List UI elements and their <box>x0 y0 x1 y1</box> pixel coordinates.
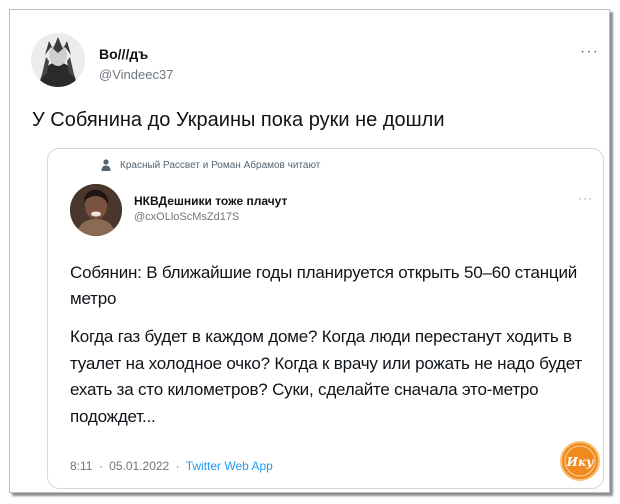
more-options-icon[interactable]: ··· <box>580 43 599 61</box>
person-icon <box>101 159 111 171</box>
quoted-tweet-meta: 8:11 · 05.01.2022 · Twitter Web App <box>70 459 273 473</box>
quoted-author-name[interactable]: НКВДешники тоже плачут <box>134 194 287 208</box>
social-context: Красный Рассвет и Роман Абрамов читают <box>101 159 320 171</box>
quoted-text-paragraph-1: Собянин: В ближайшие годы планируется от… <box>70 263 578 308</box>
quoted-text-paragraph-2: Когда газ будет в каждом доме? Когда люд… <box>70 327 583 426</box>
author-avatar[interactable] <box>31 33 85 87</box>
quoted-tweet[interactable]: Красный Рассвет и Роман Абрамов читают Н… <box>47 148 604 489</box>
meta-separator: · <box>175 459 180 473</box>
tweet-card: Во///дъ @Vindeec37 ··· У Собянина до Укр… <box>9 9 610 493</box>
quoted-author-avatar[interactable] <box>70 184 122 236</box>
quoted-more-icon[interactable]: ··· <box>578 191 593 205</box>
watermark-text: Ику <box>566 455 594 469</box>
watermark-logo: Ику <box>560 441 600 481</box>
source-app-link[interactable]: Twitter Web App <box>186 459 273 473</box>
tweet-time[interactable]: 8:11 <box>70 459 92 473</box>
tweet-text: У Собянина до Украины пока руки не дошли <box>32 109 445 131</box>
author-name[interactable]: Во///дъ <box>99 46 148 62</box>
quoted-author-handle[interactable]: @cxOLloScMsZd17S <box>134 211 239 223</box>
meta-separator: · <box>98 459 103 473</box>
tweet-date[interactable]: 05.01.2022 <box>109 459 169 473</box>
social-context-label: Красный Рассвет и Роман Абрамов читают <box>120 159 321 171</box>
author-handle[interactable]: @Vindeec37 <box>99 67 173 82</box>
